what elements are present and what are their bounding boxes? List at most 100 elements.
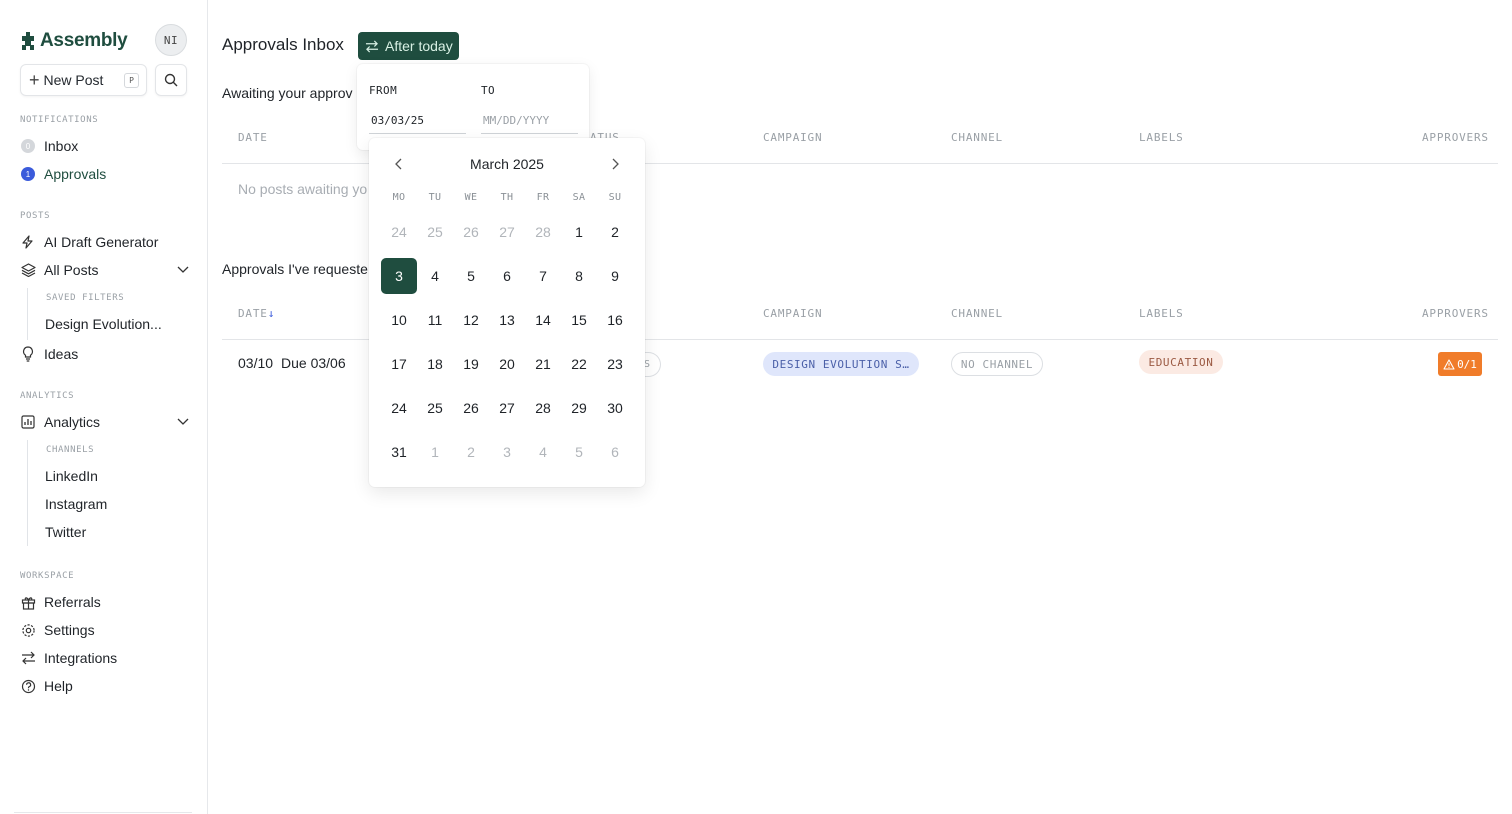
sidebar-item-label: Approvals [44, 166, 107, 182]
sidebar: Assembly NI + New Post P NOTIFICATIONS 0… [0, 0, 208, 814]
channel-pill[interactable]: NO CHANNEL [951, 352, 1043, 376]
calendar-day-number: 24 [391, 224, 407, 240]
sidebar-item-inbox[interactable]: 0 Inbox [20, 134, 190, 158]
chevron-down-icon[interactable] [176, 262, 190, 276]
column-header-channel[interactable]: CHANNEL [951, 131, 1003, 144]
chevron-down-icon[interactable] [176, 414, 190, 428]
calendar-day[interactable]: 23 [597, 342, 633, 386]
calendar-day[interactable]: 16 [597, 298, 633, 342]
calendar-day[interactable]: 15 [561, 298, 597, 342]
calendar-day[interactable]: 20 [489, 342, 525, 386]
sidebar-item-approvals[interactable]: 1 Approvals [20, 162, 190, 186]
calendar-day-number: 7 [539, 268, 547, 284]
calendar-day[interactable]: 25 [417, 210, 453, 254]
sidebar-item-integrations[interactable]: Integrations [20, 646, 190, 670]
calendar-day[interactable]: 26 [453, 386, 489, 430]
arrows-exchange-icon [20, 650, 36, 666]
column-header-labels[interactable]: LABELS [1139, 307, 1184, 320]
avatar[interactable]: NI [155, 24, 187, 56]
calendar-day-number: 14 [535, 312, 551, 328]
calendar-day[interactable]: 9 [597, 254, 633, 298]
calendar-day[interactable]: 4 [417, 254, 453, 298]
calendar-day[interactable]: 18 [417, 342, 453, 386]
column-header-date[interactable]: DATE↓ [238, 307, 275, 320]
page-title: Approvals Inbox [222, 35, 344, 54]
calendar-day[interactable]: 1 [417, 430, 453, 474]
calendar-day[interactable]: 22 [561, 342, 597, 386]
calendar-day[interactable]: 4 [525, 430, 561, 474]
calendar-day[interactable]: 7 [525, 254, 561, 298]
campaign-pill[interactable]: DESIGN EVOLUTION S… [763, 352, 919, 376]
calendar-day[interactable]: 17 [381, 342, 417, 386]
channel-twitter[interactable]: Twitter [45, 524, 86, 540]
logo[interactable]: Assembly [20, 30, 128, 52]
help-circle-icon [20, 678, 36, 694]
sidebar-item-all-posts[interactable]: All Posts [20, 258, 190, 282]
column-header-approvers[interactable]: APPROVERS [1422, 307, 1489, 320]
sidebar-item-label: Help [44, 678, 73, 694]
calendar-day[interactable]: 29 [561, 386, 597, 430]
calendar-day-number: 29 [571, 400, 587, 416]
search-button[interactable] [155, 64, 187, 96]
calendar-day[interactable]: 26 [453, 210, 489, 254]
sidebar-item-analytics[interactable]: Analytics [20, 410, 190, 434]
calendar-day-number: 27 [499, 400, 515, 416]
calendar-day-number: 3 [503, 444, 511, 460]
column-header-channel[interactable]: CHANNEL [951, 307, 1003, 320]
from-date-input[interactable] [369, 108, 466, 134]
channel-linkedin[interactable]: LinkedIn [45, 468, 98, 484]
calendar-day-selected[interactable]: 3 [381, 254, 417, 298]
channels-label: CHANNELS [46, 445, 95, 455]
calendar-day-number: 2 [467, 444, 475, 460]
calendar-day-number: 16 [607, 312, 623, 328]
sidebar-item-ideas[interactable]: Ideas [20, 342, 190, 366]
awaiting-section-title: Awaiting your approv [222, 85, 353, 101]
calendar-day[interactable]: 6 [597, 430, 633, 474]
calendar-day[interactable]: 2 [453, 430, 489, 474]
calendar-day[interactable]: 30 [597, 386, 633, 430]
calendar-day[interactable]: 12 [453, 298, 489, 342]
calendar-day[interactable]: 2 [597, 210, 633, 254]
approvers-badge[interactable]: 0/1 [1438, 352, 1482, 376]
channel-instagram[interactable]: Instagram [45, 496, 107, 512]
next-month-button[interactable] [607, 156, 623, 172]
column-header-campaign[interactable]: CAMPAIGN [763, 131, 822, 144]
saved-filter-design-evolution[interactable]: Design Evolution... [45, 316, 162, 332]
sidebar-item-referrals[interactable]: Referrals [20, 590, 190, 614]
calendar-day[interactable]: 1 [561, 210, 597, 254]
calendar-day[interactable]: 5 [453, 254, 489, 298]
calendar-day[interactable]: 21 [525, 342, 561, 386]
calendar-day[interactable]: 6 [489, 254, 525, 298]
calendar-day[interactable]: 13 [489, 298, 525, 342]
new-post-button[interactable]: + New Post P [20, 64, 147, 96]
column-header-campaign[interactable]: CAMPAIGN [763, 307, 822, 320]
calendar-day[interactable]: 11 [417, 298, 453, 342]
new-post-label: New Post [43, 72, 104, 88]
calendar-day[interactable]: 28 [525, 210, 561, 254]
calendar-day[interactable]: 10 [381, 298, 417, 342]
calendar-day[interactable]: 14 [525, 298, 561, 342]
calendar-day[interactable]: 8 [561, 254, 597, 298]
calendar-day[interactable]: 27 [489, 210, 525, 254]
column-header-date[interactable]: DATE [238, 131, 268, 144]
sidebar-item-ai-draft[interactable]: AI Draft Generator [20, 230, 190, 254]
row-due-date: Due 03/06 [281, 355, 346, 371]
calendar-day[interactable]: 27 [489, 386, 525, 430]
calendar-day[interactable]: 24 [381, 210, 417, 254]
column-header-approvers[interactable]: APPROVERS [1422, 131, 1489, 144]
calendar-day[interactable]: 5 [561, 430, 597, 474]
calendar-day[interactable]: 19 [453, 342, 489, 386]
calendar-day[interactable]: 3 [489, 430, 525, 474]
label-pill[interactable]: EDUCATION [1139, 350, 1223, 374]
date-filter-button[interactable]: After today [358, 32, 459, 60]
calendar-day[interactable]: 24 [381, 386, 417, 430]
sidebar-item-settings[interactable]: Settings [20, 618, 190, 642]
calendar-day-number: 4 [539, 444, 547, 460]
calendar-day[interactable]: 31 [381, 430, 417, 474]
sidebar-item-help[interactable]: Help [20, 674, 190, 698]
calendar-day-number: 1 [431, 444, 439, 460]
column-header-labels[interactable]: LABELS [1139, 131, 1184, 144]
calendar-day[interactable]: 25 [417, 386, 453, 430]
calendar-day[interactable]: 28 [525, 386, 561, 430]
to-date-input[interactable] [481, 108, 578, 134]
